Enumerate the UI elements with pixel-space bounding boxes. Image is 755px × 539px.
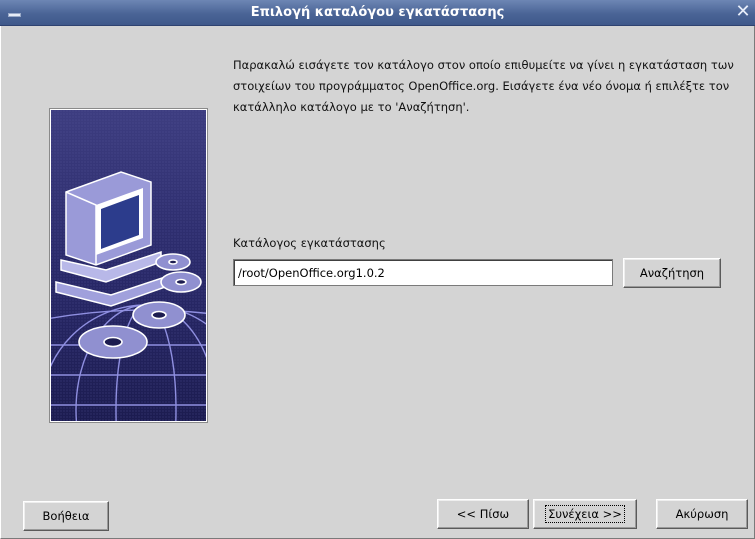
back-button[interactable]: << Πίσω — [437, 499, 529, 529]
install-dir-label: Κατάλογος εγκατάστασης — [233, 236, 386, 250]
next-button[interactable]: Συνέχεια >> — [533, 499, 637, 529]
browse-button[interactable]: Αναζήτηση — [623, 258, 721, 288]
help-button[interactable]: Βοήθεια — [23, 501, 109, 531]
install-dir-input[interactable] — [233, 259, 613, 286]
instructions-text: Παρακαλώ εισάγετε τον κατάλογο στον οποί… — [233, 58, 734, 114]
close-icon[interactable]: ✕ — [733, 1, 753, 23]
window-title: Επιλογή καταλόγου εγκατάστασης — [250, 5, 505, 20]
computer-cd-globe-illustration — [49, 108, 208, 423]
next-button-label: Συνέχεια >> — [545, 505, 625, 523]
cancel-button[interactable]: Ακύρωση — [656, 499, 748, 529]
title-bar[interactable]: Επιλογή καταλόγου εγκατάστασης ✕ — [0, 0, 755, 26]
